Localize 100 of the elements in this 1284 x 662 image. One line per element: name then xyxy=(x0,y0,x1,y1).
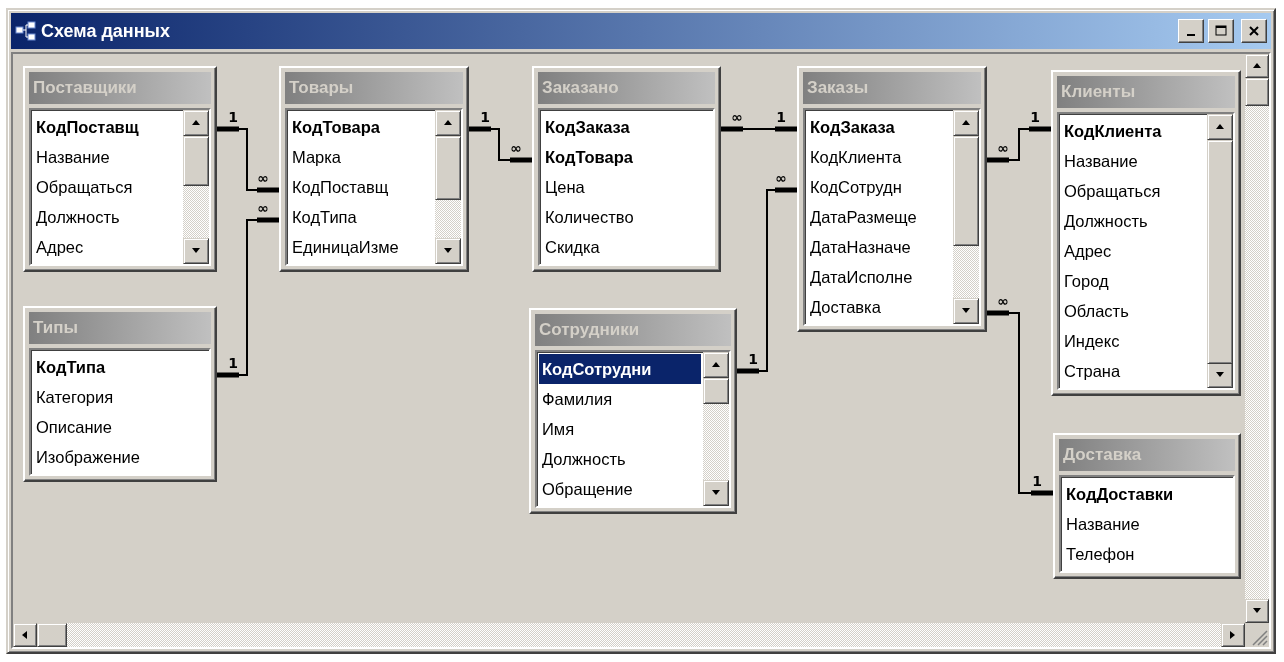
table-window[interactable]: Доставка КодДоставки Название Телефон xyxy=(1053,433,1241,579)
minimize-button[interactable] xyxy=(1178,19,1204,43)
scroll-up-button[interactable] xyxy=(1245,54,1269,78)
field-item[interactable]: Имя xyxy=(539,414,701,444)
field-item[interactable]: КодПоставщ xyxy=(289,172,433,202)
table-window[interactable]: Клиенты КодКлиента Название Обращаться Должность Адрес Город Область Индекс Страна xyxy=(1051,70,1241,396)
field-item[interactable]: КодСотрудн xyxy=(807,172,951,202)
field-item[interactable]: Скидка xyxy=(542,232,711,262)
close-icon xyxy=(1248,25,1260,37)
scroll-thumb[interactable] xyxy=(37,623,67,647)
up-arrow-icon xyxy=(1215,122,1225,132)
field-item[interactable]: КодТовара xyxy=(289,112,433,142)
horizontal-scrollbar[interactable] xyxy=(13,623,1245,647)
table-window[interactable]: Поставщики КодПоставщ Название Обращаться Должность Адрес xyxy=(23,66,217,272)
cardinality-label: ∞ xyxy=(731,109,743,125)
field-item[interactable]: Обращаться xyxy=(1061,176,1205,206)
field-item[interactable]: Количество xyxy=(542,202,711,232)
field-item[interactable]: КодКлиента xyxy=(1061,116,1205,146)
field-item[interactable]: Описание xyxy=(33,412,207,442)
field-item[interactable]: Индекс xyxy=(1061,326,1205,356)
cardinality-label: 1 xyxy=(1030,109,1040,125)
field-item[interactable]: Город xyxy=(1061,266,1205,296)
field-item[interactable]: ДатаРазмеще xyxy=(807,202,951,232)
scroll-up-button[interactable] xyxy=(183,110,209,136)
scroll-thumb[interactable] xyxy=(703,378,729,404)
field-item[interactable]: КодПоставщ xyxy=(33,112,181,142)
scroll-thumb[interactable] xyxy=(1245,78,1269,106)
field-item[interactable]: Название xyxy=(1061,146,1205,176)
list-scrollbar[interactable] xyxy=(1207,114,1233,388)
up-arrow-icon xyxy=(711,360,721,370)
field-item[interactable]: Должность xyxy=(539,444,701,474)
scroll-right-button[interactable] xyxy=(1221,623,1245,647)
scroll-thumb[interactable] xyxy=(953,136,979,246)
scroll-up-button[interactable] xyxy=(1207,114,1233,140)
scroll-down-button[interactable] xyxy=(953,298,979,324)
field-item[interactable]: Обращение xyxy=(539,474,701,504)
scroll-down-button[interactable] xyxy=(703,480,729,506)
up-arrow-icon xyxy=(191,118,201,128)
field-item[interactable]: Должность xyxy=(33,202,181,232)
up-arrow-icon xyxy=(961,118,971,128)
scroll-thumb[interactable] xyxy=(1207,140,1233,364)
cardinality-label: ∞ xyxy=(510,140,522,156)
vertical-scrollbar[interactable] xyxy=(1245,54,1269,623)
field-item[interactable]: КодСотрудни xyxy=(539,354,701,384)
field-item[interactable]: Название xyxy=(1063,509,1231,539)
field-item[interactable]: КодТовара xyxy=(542,142,711,172)
cardinality-label: 1 xyxy=(480,109,490,125)
field-item[interactable]: КодТипа xyxy=(33,352,207,382)
field-item[interactable]: ДатаНазначе xyxy=(807,232,951,262)
close-button[interactable] xyxy=(1241,19,1267,43)
scroll-down-button[interactable] xyxy=(1207,362,1233,388)
field-item[interactable]: Обращаться xyxy=(33,172,181,202)
field-item[interactable]: Марка xyxy=(289,142,433,172)
table-window[interactable]: Типы КодТипа Категория Описание Изображение xyxy=(23,306,217,482)
scroll-down-button[interactable] xyxy=(435,238,461,264)
field-item[interactable]: КодТипа xyxy=(289,202,433,232)
field-item[interactable]: Адрес xyxy=(33,232,181,262)
field-item[interactable]: Область xyxy=(1061,296,1205,326)
table-window[interactable]: Товары КодТовара Марка КодПоставщ КодТипа ЕдиницаИзме xyxy=(279,66,469,272)
list-scrollbar[interactable] xyxy=(953,110,979,324)
scroll-up-button[interactable] xyxy=(953,110,979,136)
cardinality-label: ∞ xyxy=(257,170,269,186)
field-item[interactable]: Фамилия xyxy=(539,384,701,414)
field-item[interactable]: Адрес xyxy=(1061,236,1205,266)
field-item[interactable]: КодЗаказа xyxy=(542,112,711,142)
relationship-line xyxy=(216,126,280,193)
field-item[interactable]: Страна xyxy=(1061,356,1205,386)
table-window[interactable]: Заказано КодЗаказа КодТовара Цена Количество Скидка xyxy=(532,66,721,272)
list-scrollbar[interactable] xyxy=(703,352,729,506)
scroll-up-button[interactable] xyxy=(435,110,461,136)
table-window[interactable]: Сотрудники КодСотрудни Фамилия Имя Должность Обращение xyxy=(529,308,737,514)
scroll-thumb[interactable] xyxy=(435,136,461,200)
cardinality-label: 1 xyxy=(748,351,758,367)
field-item[interactable]: Название xyxy=(33,142,181,172)
scroll-down-button[interactable] xyxy=(1245,599,1269,623)
field-item[interactable]: Цена xyxy=(542,172,711,202)
maximize-icon xyxy=(1215,25,1227,37)
scroll-up-button[interactable] xyxy=(703,352,729,378)
relationships-icon xyxy=(15,21,37,41)
field-item[interactable]: КодДоставки xyxy=(1063,479,1231,509)
field-item[interactable]: Категория xyxy=(33,382,207,412)
field-item[interactable]: Изображение xyxy=(33,442,207,472)
relationship-line xyxy=(468,126,533,163)
cardinality-label: ∞ xyxy=(257,200,269,216)
maximize-button[interactable] xyxy=(1208,19,1234,43)
field-item[interactable]: ЕдиницаИзме xyxy=(289,232,433,262)
scroll-down-button[interactable] xyxy=(183,238,209,264)
field-item[interactable]: Телефон xyxy=(1063,539,1231,569)
field-item[interactable]: Доставка xyxy=(807,292,951,322)
field-item[interactable]: КодКлиента xyxy=(807,142,951,172)
scroll-thumb[interactable] xyxy=(183,136,209,186)
scroll-left-button[interactable] xyxy=(13,623,37,647)
table-window[interactable]: Заказы КодЗаказа КодКлиента КодСотрудн ДатаРазмеще ДатаНазначе ДатаИсполне Доставка xyxy=(797,66,987,332)
list-scrollbar[interactable] xyxy=(435,110,461,264)
field-item[interactable]: ДатаИсполне xyxy=(807,262,951,292)
field-item[interactable]: КодЗаказа xyxy=(807,112,951,142)
list-scrollbar[interactable] xyxy=(183,110,209,264)
cardinality-label: ∞ xyxy=(775,170,787,186)
field-item[interactable]: Должность xyxy=(1061,206,1205,236)
cardinality-label: 1 xyxy=(776,109,786,125)
